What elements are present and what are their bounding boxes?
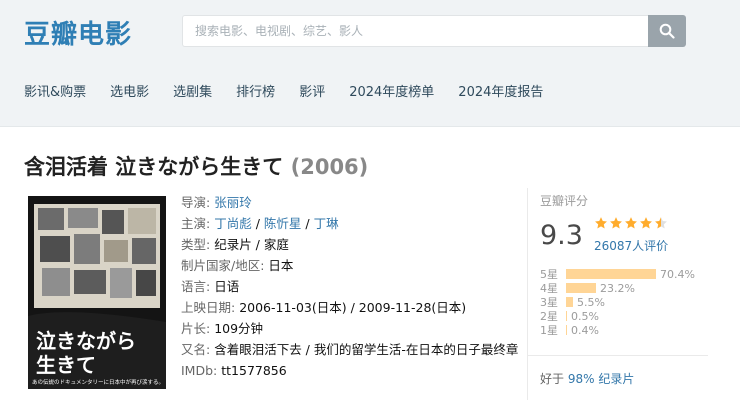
star-icon [625, 217, 637, 229]
rating-score: 9.3 [540, 220, 583, 251]
info-cast: 主演: 丁尚彪 / 陈忻星 / 丁琳 [181, 216, 339, 231]
rating-bar-percent: 0.5% [571, 309, 599, 323]
rating-count-link[interactable]: 26087人评价 [594, 237, 668, 254]
language-value: 日语 [214, 279, 240, 294]
info-imdb: IMDb: tt1577856 [181, 363, 287, 378]
poster-tagline: あの伝説のドキュメンタリーに日本中が再び涙する。 [32, 378, 164, 386]
better-than: 好于 98% 纪录片 [528, 355, 708, 387]
cast-link[interactable]: 丁尚彪 [214, 216, 252, 231]
nav-item-reviews[interactable]: 影评 [299, 81, 325, 100]
director-link[interactable]: 张丽玲 [214, 195, 252, 210]
imdb-value: tt1577856 [221, 363, 287, 378]
rating-bar-row: 1星 0.4% [540, 323, 695, 338]
search-input[interactable] [182, 15, 648, 47]
country-value: 日本 [268, 258, 294, 273]
cast-link[interactable]: 丁琳 [314, 216, 339, 231]
nav-item-explore-tv[interactable]: 选剧集 [173, 81, 212, 100]
info-release-date: 上映日期: 2006-11-03(日本) / 2009-11-28(日本) [181, 300, 467, 315]
star-icon [610, 217, 622, 229]
cast-link[interactable]: 陈忻星 [264, 216, 302, 231]
movie-poster[interactable]: 泣きながら 生きて あの伝説のドキュメンタリーに日本中が再び涙する。 [28, 196, 166, 389]
nav-item-2024-list[interactable]: 2024年度榜单 [349, 81, 434, 100]
movie-year: (2006) [290, 155, 369, 179]
info-director: 导演: 张丽玲 [181, 195, 252, 210]
rating-bar-row: 5星 70.4% [540, 267, 695, 282]
rating-distribution: 5星 70.4% 4星 23.2% 3星 5.5% 2星 0.5% 1星 0.4% [540, 267, 695, 338]
rating-bar [566, 325, 567, 335]
rating-bar-percent: 70.4% [660, 267, 695, 281]
rating-stars [594, 216, 668, 230]
page-title: 含泪活着 泣きながら生きて (2006) [24, 151, 368, 181]
poster-headline-line2: 生きて [36, 353, 96, 377]
rating-bar [566, 269, 656, 279]
rating-bar [566, 297, 573, 307]
aka-value: 含着眼泪活下去 / 我们的留学生活-在日本的日子最终章 [214, 342, 519, 357]
search-button[interactable] [648, 15, 686, 47]
rating-bar-percent: 5.5% [577, 295, 605, 309]
nav-item-showtimes[interactable]: 影讯&购票 [24, 81, 86, 100]
movie-info: 导演: 张丽玲 主演: 丁尚彪 / 陈忻星 / 丁琳 类型: 纪录片 / 家庭 … [181, 192, 521, 381]
star-icon [655, 217, 667, 229]
rating-panel: 豆瓣评分 9.3 26087人评价 5星 70.4% 4星 23.2% 3星 5.5% 2星… [527, 188, 708, 400]
runtime-value: 109分钟 [214, 321, 264, 336]
info-country: 制片国家/地区: 日本 [181, 258, 294, 273]
rating-label: 豆瓣评分 [540, 194, 589, 208]
douban-movie-logo[interactable]: 豆瓣电影 [24, 14, 132, 51]
poster-headline-line1: 泣きながら [36, 329, 136, 353]
star-icon [595, 217, 607, 229]
nav-item-explore-movies[interactable]: 选电影 [110, 81, 149, 100]
search-icon [659, 23, 675, 39]
poster-image: 泣きながら 生きて あの伝説のドキュメンタリーに日本中が再び涙する。 [28, 196, 166, 389]
release-value: 2006-11-03(日本) / 2009-11-28(日本) [239, 300, 467, 315]
better-than-link[interactable]: 98% 纪录片 [568, 372, 635, 386]
rating-bar-label: 1星 [540, 324, 558, 337]
rating-bar-percent: 23.2% [600, 281, 635, 295]
rating-bar [566, 283, 596, 293]
header: 豆瓣电影 影讯&购票 选电影 选剧集 排行榜 影评 2024年度榜单 2024年… [0, 0, 740, 127]
movie-title: 含泪活着 泣きながら生きて [24, 155, 284, 179]
nav-item-2024-report[interactable]: 2024年度报告 [458, 81, 543, 100]
info-genre: 类型: 纪录片 / 家庭 [181, 237, 289, 252]
rating-bar [566, 311, 567, 321]
rating-bar-percent: 0.4% [571, 323, 599, 337]
nav-item-charts[interactable]: 排行榜 [236, 81, 275, 100]
info-language: 语言: 日语 [181, 279, 240, 294]
star-icon [640, 217, 652, 229]
info-aka: 又名: 含着眼泪活下去 / 我们的留学生活-在日本的日子最终章 [181, 342, 519, 357]
rating-bar-row: 3星 5.5% [540, 295, 695, 310]
search-bar [182, 15, 686, 47]
info-runtime: 片长: 109分钟 [181, 321, 264, 336]
main-nav: 影讯&购票 选电影 选剧集 排行榜 影评 2024年度榜单 2024年度报告 [0, 69, 740, 111]
rating-bar-row: 2星 0.5% [540, 309, 695, 324]
genre-value: 纪录片 / 家庭 [214, 237, 289, 252]
rating-bar-row: 4星 23.2% [540, 281, 695, 296]
